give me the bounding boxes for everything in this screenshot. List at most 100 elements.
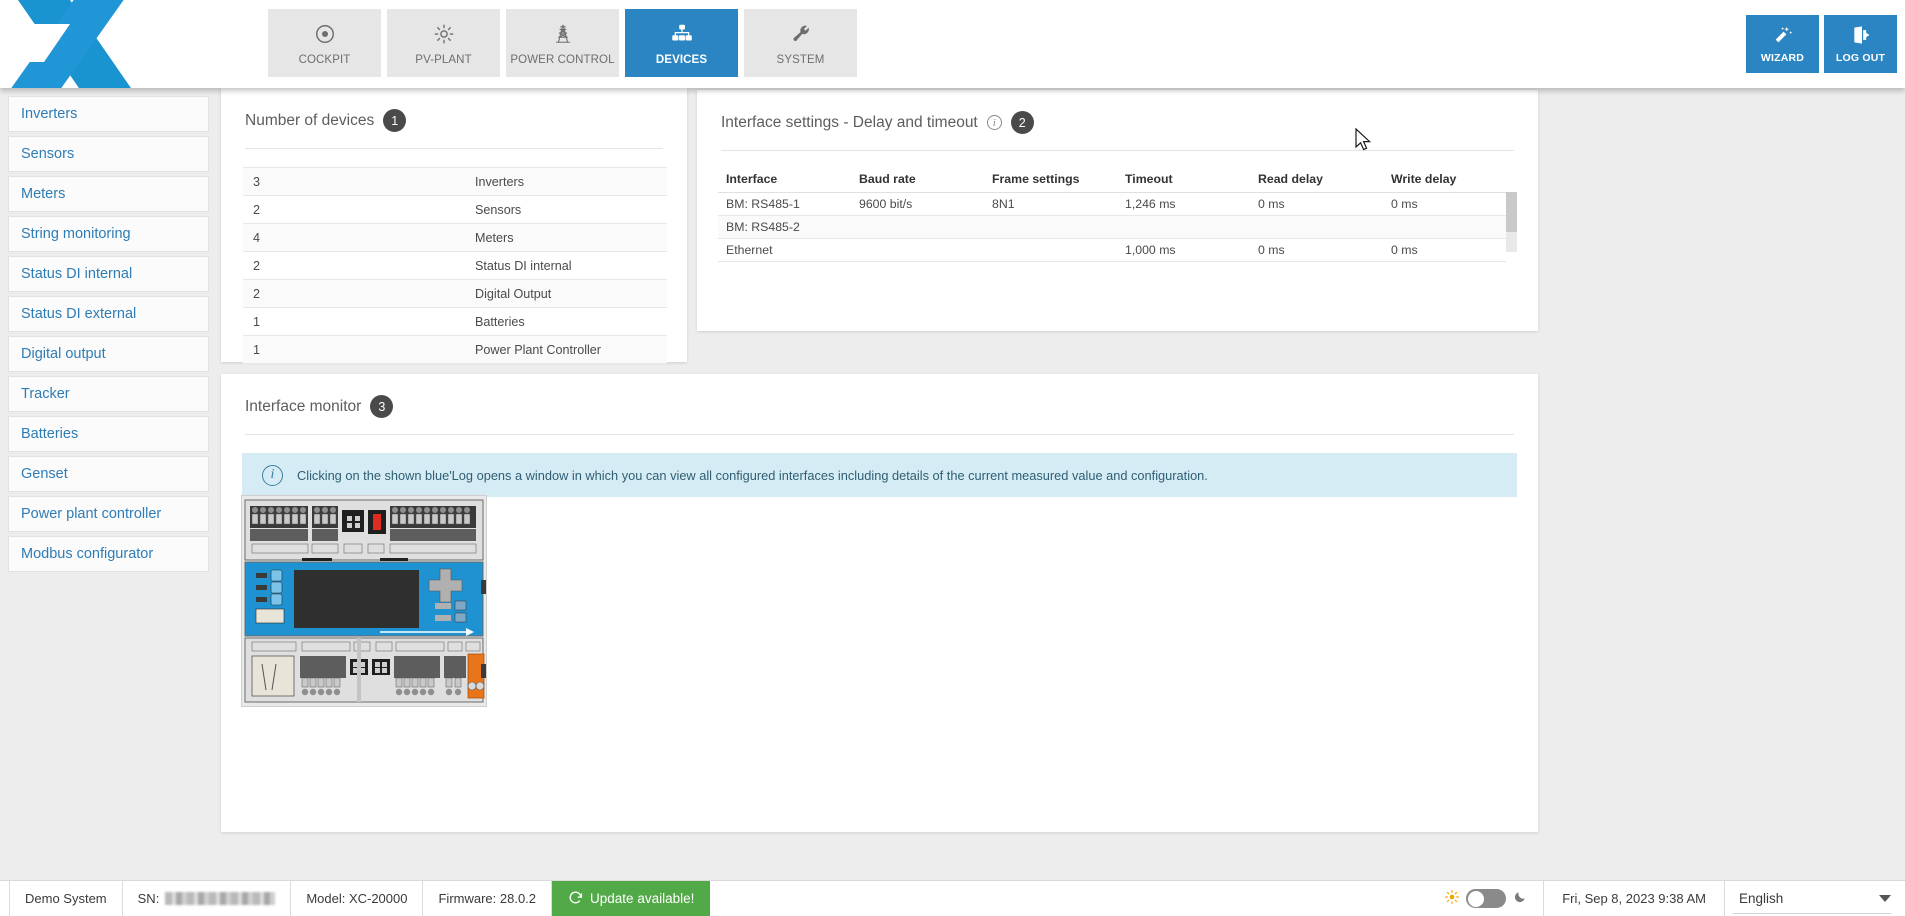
table-row[interactable]: 2 Digital Output — [243, 280, 667, 308]
target-icon — [314, 21, 336, 47]
table-row[interactable]: Ethernet 1,000 ms 0 ms 0 ms — [718, 238, 1506, 261]
sidebar-item-meters[interactable]: Meters — [8, 176, 209, 212]
sidebar-item-sensors[interactable]: Sensors — [8, 136, 209, 172]
sidebar-item-label: Status DI internal — [21, 266, 132, 282]
cell-timeout — [1117, 215, 1250, 238]
bluelog-device-image[interactable] — [241, 495, 487, 707]
model-info: Model: XC-20000 — [291, 881, 423, 916]
table-row[interactable]: BM: RS485-2 — [718, 215, 1506, 238]
tab-power-control[interactable]: POWER CONTROL — [506, 9, 619, 77]
sidebar-item-digital-output[interactable]: Digital output — [8, 336, 209, 372]
sidebar-item-string-monitoring[interactable]: String monitoring — [8, 216, 209, 252]
firmware-label: Firmware: 28.0.2 — [438, 891, 536, 906]
table-row[interactable]: 1 Batteries — [243, 308, 667, 336]
cell-interface: Ethernet — [718, 238, 851, 261]
sidebar-item-status-di-internal[interactable]: Status DI internal — [8, 256, 209, 292]
language-select[interactable]: English — [1725, 881, 1905, 916]
sidebar-item-batteries[interactable]: Batteries — [8, 416, 209, 452]
divider — [245, 434, 1514, 435]
update-available-button[interactable]: Update available! — [552, 881, 710, 916]
sidebar-item-label: Status DI external — [21, 306, 136, 322]
info-banner: i Clicking on the shown blue'Log opens a… — [242, 453, 1517, 497]
sidebar-item-genset[interactable]: Genset — [8, 456, 209, 492]
tab-cockpit-label: COCKPIT — [299, 54, 351, 66]
device-count: 1 — [243, 308, 465, 336]
device-name: Meters — [465, 224, 667, 252]
divider — [721, 150, 1514, 151]
table-scrollbar[interactable] — [1506, 192, 1517, 252]
sidebar-item-status-di-external[interactable]: Status DI external — [8, 296, 209, 332]
column-header-timeout: Timeout — [1117, 167, 1250, 192]
device-count: 4 — [243, 224, 465, 252]
cell-interface: BM: RS485-2 — [718, 215, 851, 238]
table-row[interactable]: 4 Meters — [243, 224, 667, 252]
update-available-label: Update available! — [590, 891, 694, 906]
table-row[interactable]: 2 Status DI internal — [243, 252, 667, 280]
tab-cockpit[interactable]: COCKPIT — [268, 9, 381, 77]
sidebar-item-inverters[interactable]: Inverters — [8, 96, 209, 132]
top-bar: COCKPIT PV-PLANT POWER CONTROL — [0, 0, 1905, 88]
sidebar-item-modbus-configurator[interactable]: Modbus configurator — [8, 536, 209, 572]
tab-power-control-label: POWER CONTROL — [510, 54, 614, 66]
tab-system[interactable]: SYSTEM — [744, 9, 857, 77]
cell-baud-rate: 9600 bit/s — [851, 192, 984, 215]
serial-number: SN: — [123, 881, 292, 916]
tab-devices[interactable]: DEVICES — [625, 9, 738, 77]
step-badge-3: 3 — [370, 395, 393, 418]
sidebar-item-label: String monitoring — [21, 226, 131, 242]
x-logo[interactable] — [0, 0, 215, 88]
sidebar-item-tracker[interactable]: Tracker — [8, 376, 209, 412]
logout-icon — [1851, 24, 1871, 46]
cell-read-delay: 0 ms — [1250, 192, 1383, 215]
system-name-label: Demo System — [25, 891, 107, 906]
cell-write-delay: 0 ms — [1383, 192, 1506, 215]
cell-baud-rate — [851, 238, 984, 261]
info-banner-text: Clicking on the shown blue'Log opens a w… — [297, 468, 1208, 483]
sidebar-item-label: Genset — [21, 466, 68, 482]
column-header-read-delay: Read delay — [1250, 167, 1383, 192]
table-row[interactable]: 2 Sensors — [243, 196, 667, 224]
wizard-button-label: WIZARD — [1761, 52, 1804, 64]
wizard-button[interactable]: WIZARD — [1746, 15, 1819, 73]
chevron-down-icon — [1879, 895, 1891, 902]
table-row[interactable]: 1 Power Plant Controller — [243, 336, 667, 364]
sidebar-item-power-plant-controller[interactable]: Power plant controller — [8, 496, 209, 532]
main-nav-tabs: COCKPIT PV-PLANT POWER CONTROL — [268, 9, 857, 77]
info-icon: i — [262, 465, 283, 486]
sidebar-item-label: Digital output — [21, 346, 106, 362]
interface-settings-panel: Interface settings - Delay and timeout i… — [697, 90, 1538, 331]
sidebar-item-label: Batteries — [21, 426, 78, 442]
cell-read-delay — [1250, 215, 1383, 238]
sidebar-item-label: Inverters — [21, 106, 77, 122]
wrench-icon — [790, 21, 812, 47]
divider — [245, 148, 663, 149]
info-icon[interactable]: i — [987, 115, 1002, 130]
logout-button[interactable]: LOG OUT — [1824, 15, 1897, 73]
panel-header: Interface monitor 3 — [221, 374, 1538, 421]
cell-baud-rate — [851, 215, 984, 238]
sitemap-icon — [671, 21, 693, 47]
serial-masked-value — [165, 892, 275, 905]
tab-pv-plant-label: PV-PLANT — [415, 54, 471, 66]
system-name[interactable]: Demo System — [9, 881, 123, 916]
cell-frame-settings: 8N1 — [984, 192, 1117, 215]
device-name: Power Plant Controller — [465, 336, 667, 364]
device-name: Batteries — [465, 308, 667, 336]
sidebar-item-label: Sensors — [21, 146, 74, 162]
logout-button-label: LOG OUT — [1836, 52, 1885, 64]
table-row[interactable]: 3 Inverters — [243, 168, 667, 196]
tab-pv-plant[interactable]: PV-PLANT — [387, 9, 500, 77]
device-name: Sensors — [465, 196, 667, 224]
device-name: Status DI internal — [465, 252, 667, 280]
theme-toggle-switch[interactable] — [1466, 889, 1506, 908]
table-row[interactable]: BM: RS485-1 9600 bit/s 8N1 1,246 ms 0 ms… — [718, 192, 1506, 215]
model-label: Model: XC-20000 — [306, 891, 407, 906]
cell-timeout: 1,246 ms — [1117, 192, 1250, 215]
cell-read-delay: 0 ms — [1250, 238, 1383, 261]
sidebar-item-label: Power plant controller — [21, 506, 161, 522]
panel-header: Interface settings - Delay and timeout i… — [697, 90, 1538, 137]
column-header-frame-settings: Frame settings — [984, 167, 1117, 192]
refresh-icon — [568, 890, 583, 908]
device-count: 3 — [243, 168, 465, 196]
theme-toggle-group — [1429, 881, 1544, 916]
